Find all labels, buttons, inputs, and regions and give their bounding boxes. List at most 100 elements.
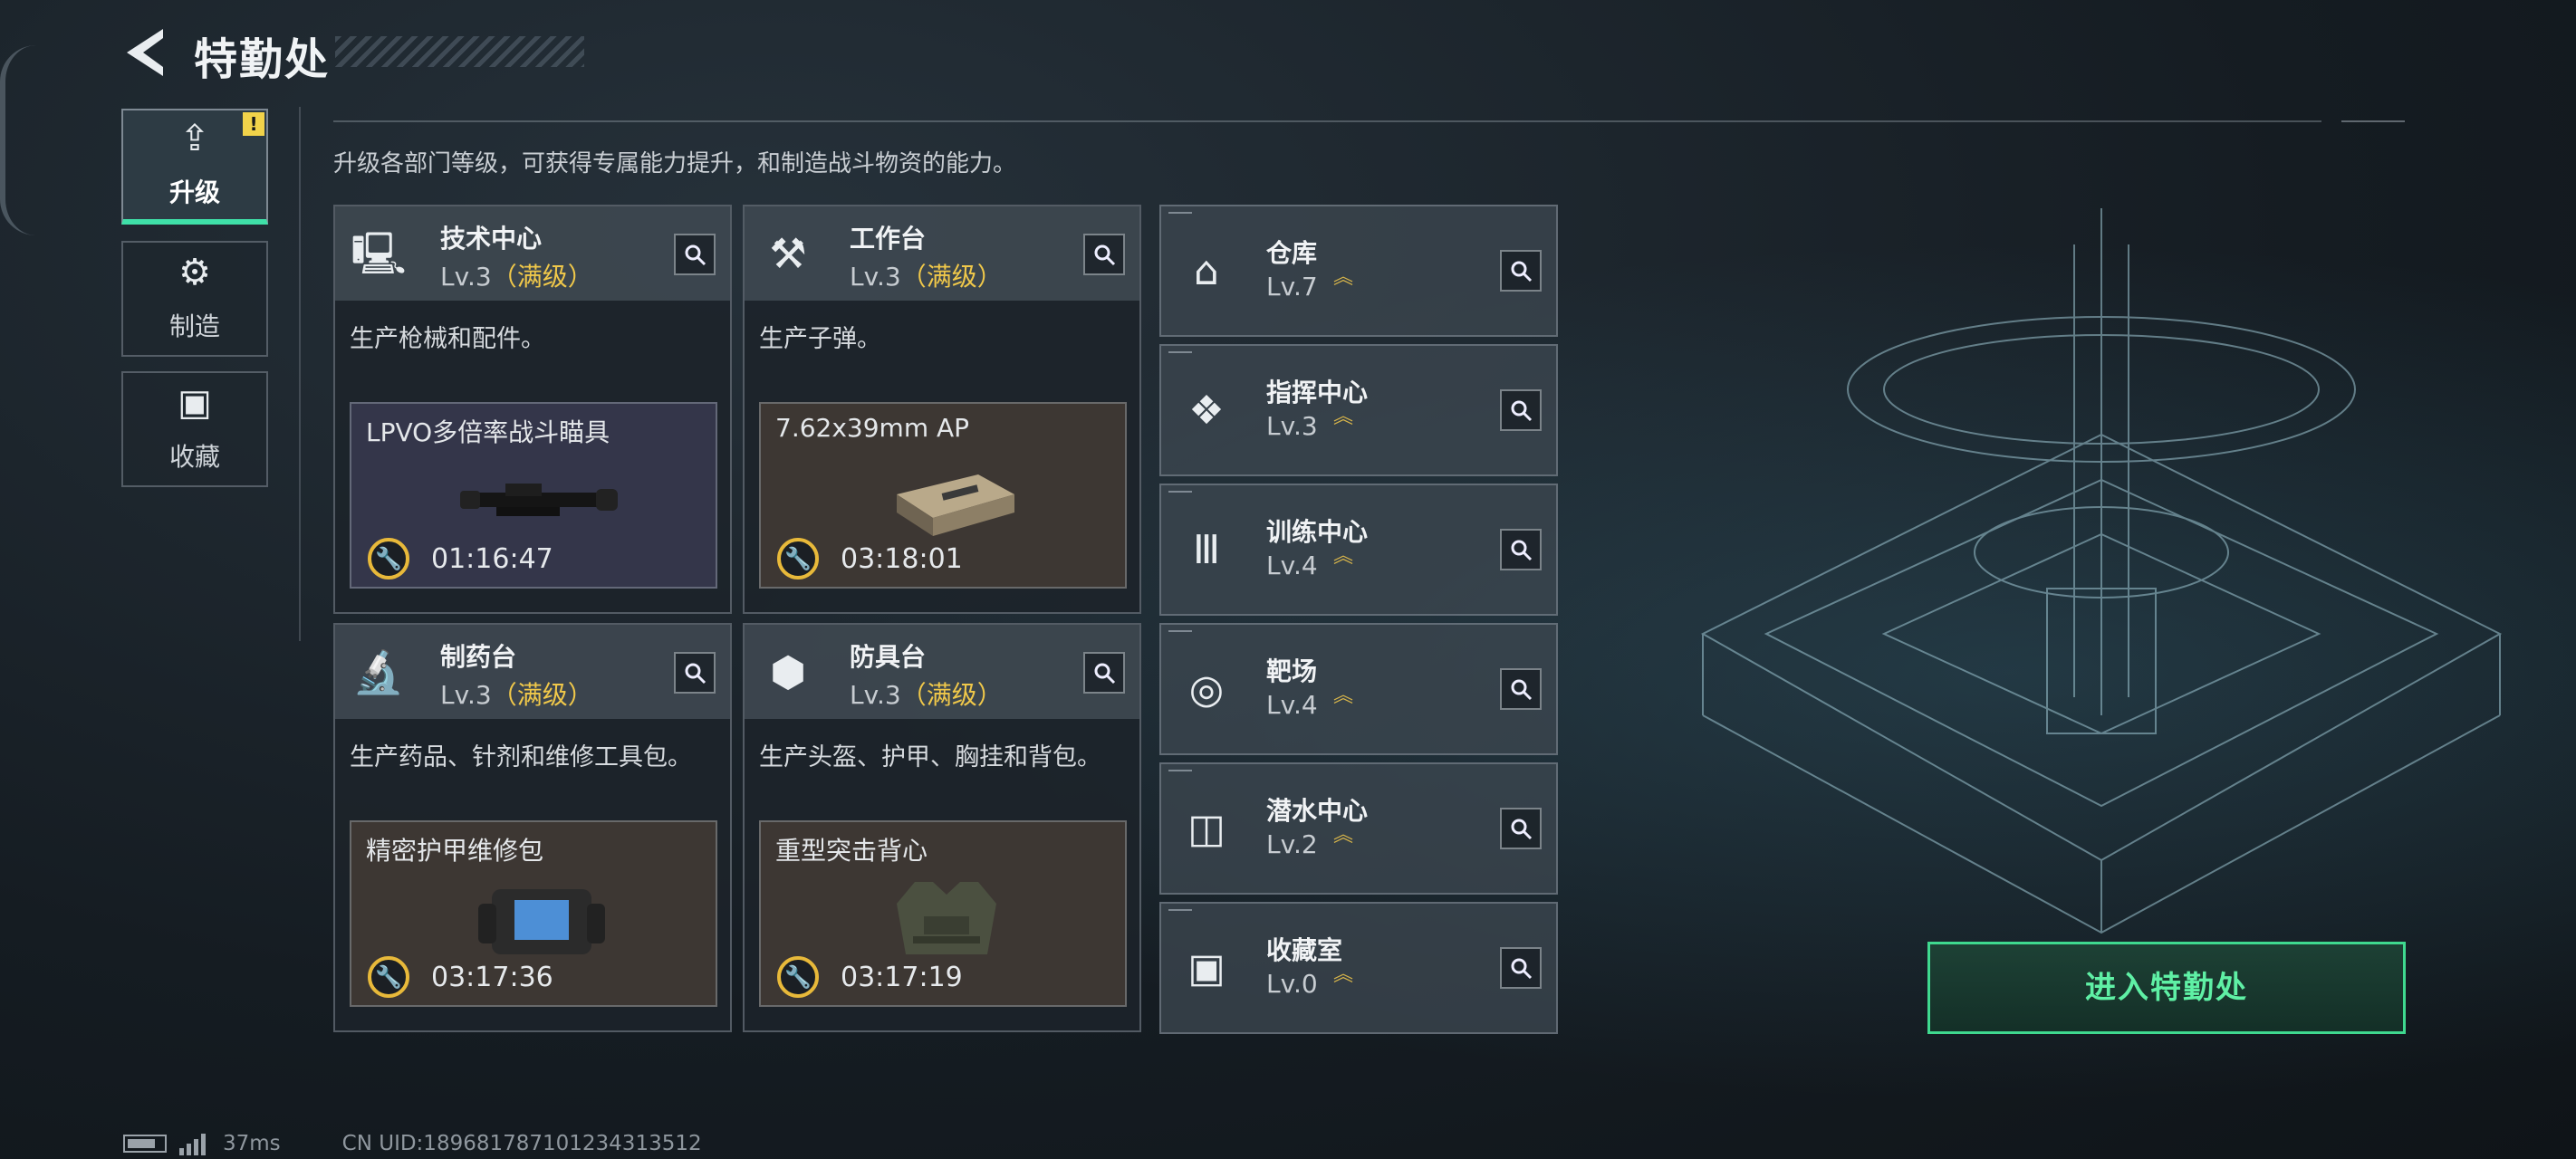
nav-label: 收藏 [168, 442, 220, 472]
inspect-button[interactable] [1500, 250, 1542, 292]
upgrade-icon: ⇪ [179, 118, 210, 159]
inspect-button[interactable] [1500, 668, 1542, 710]
page-title: 特勤处 [194, 34, 331, 85]
production-timer: 03:17:19 [841, 962, 963, 993]
divider [333, 120, 2321, 122]
facility-name: 指挥中心 [1266, 378, 1369, 407]
dept-name: 工作台 [850, 224, 927, 254]
facility-name: 潜水中心 [1266, 796, 1369, 826]
search-icon [1511, 540, 1533, 561]
production-timer: 03:17:36 [431, 962, 553, 993]
inspect-button[interactable] [674, 652, 716, 694]
inspect-button[interactable] [1500, 389, 1542, 431]
production-timer: 03:18:01 [841, 543, 963, 575]
inspect-button[interactable] [1500, 808, 1542, 849]
search-icon [1511, 958, 1533, 980]
dept-header: ⬢ 防具台 Lv.3（满级） [745, 625, 1139, 719]
max-level-tag: （满级） [491, 262, 593, 292]
max-level-tag: （满级） [900, 262, 1003, 292]
search-icon [1511, 400, 1533, 422]
dept-level: Lv.3（满级） [850, 262, 1003, 292]
nav-label: 制造 [168, 311, 220, 341]
dept-card-tech-center[interactable]: 🖳 技术中心 Lv.3（满级） 生产枪械和配件。 LPVO多倍率战斗瞄具 🔧 0… [333, 205, 732, 614]
facility-command-center[interactable]: ❖ 指挥中心 Lv.3 ︽ [1159, 344, 1558, 476]
page-description: 升级各部门等级，可获得专属能力提升，和制造战斗物资的能力。 [333, 150, 1017, 177]
production-timer: 01:16:47 [431, 543, 553, 575]
scope-image [460, 484, 618, 516]
dept-card-workbench[interactable]: ⚒ 工作台 Lv.3（满级） 生产子弹。 7.62x39mm AP 🔧 03:1… [743, 205, 1141, 614]
upgrade-chevron-icon: ︽ [1333, 685, 1354, 707]
dept-card-pharmacy[interactable]: 🔬 制药台 Lv.3（满级） 生产药品、针剂和维修工具包。 精密护甲维修包 🔧 … [333, 623, 732, 1032]
upgrade-chevron-icon: ︽ [1333, 963, 1354, 986]
wrench-timer-icon: 🔧 [777, 956, 819, 998]
facility-level: Lv.3 [1266, 411, 1318, 441]
facility-name: 靶场 [1266, 656, 1318, 686]
facility-level: Lv.4 [1266, 690, 1318, 720]
divider [299, 107, 301, 641]
frame-arc [0, 45, 36, 235]
dept-description: 生产枪械和配件。 [350, 325, 545, 353]
dept-level: Lv.3（满级） [440, 262, 593, 292]
facility-level: Lv.7 [1266, 272, 1318, 302]
inspect-button[interactable] [1500, 529, 1542, 570]
collection-icon: ▣ [178, 382, 212, 424]
production-slot[interactable]: 精密护甲维修包 🔧 03:17:36 [350, 820, 717, 1007]
production-slot[interactable]: LPVO多倍率战斗瞄具 🔧 01:16:47 [350, 402, 717, 589]
facility-warehouse[interactable]: ⌂ 仓库 Lv.7 ︽ [1159, 205, 1558, 337]
base-schematic-image [1700, 208, 2503, 934]
wrench-timer-icon: 🔧 [777, 538, 819, 580]
dumbbell-icon: Ⅲ [1192, 527, 1221, 573]
dept-description: 生产子弹。 [759, 325, 881, 353]
dept-level: Lv.3（满级） [440, 680, 593, 710]
computer-icon: 🖳 [351, 229, 407, 278]
product-name: 重型突击背心 [775, 836, 928, 866]
dept-name: 技术中心 [440, 224, 543, 254]
facility-level: Lv.4 [1266, 551, 1318, 580]
facility-name: 收藏室 [1266, 935, 1343, 965]
production-slot[interactable]: 7.62x39mm AP 🔧 03:18:01 [759, 402, 1127, 589]
upgrade-chevron-icon: ︽ [1333, 545, 1354, 568]
nav-tab-craft[interactable]: ⚙ 制造 [121, 241, 268, 357]
upgrade-chevron-icon: ︽ [1333, 266, 1354, 289]
product-name: 精密护甲维修包 [366, 836, 544, 866]
facility-diving-center[interactable]: ◫ 潜水中心 Lv.2 ︽ [1159, 762, 1558, 895]
wrench-timer-icon: 🔧 [368, 956, 409, 998]
facility-name: 训练中心 [1266, 517, 1369, 547]
inspect-button[interactable] [674, 234, 716, 275]
target-icon: ◎ [1188, 666, 1225, 713]
repair-kit-image [478, 889, 605, 954]
nav-tab-collection[interactable]: ▣ 收藏 [121, 371, 268, 487]
facility-name: 仓库 [1266, 238, 1318, 268]
max-level-tag: （满级） [900, 680, 1003, 710]
user-uid: CN UID:189681787101234313512 [341, 1132, 702, 1155]
battery-icon [123, 1135, 167, 1153]
inspect-button[interactable] [1083, 234, 1125, 275]
facility-level: Lv.0 [1266, 969, 1318, 999]
search-icon [685, 663, 706, 685]
signal-icon [179, 1132, 208, 1155]
production-slot[interactable]: 重型突击背心 🔧 03:17:19 [759, 820, 1127, 1007]
dept-description: 生产药品、针剂和维修工具包。 [350, 743, 692, 771]
facility-shooting-range[interactable]: ◎ 靶场 Lv.4 ︽ [1159, 623, 1558, 755]
inspect-button[interactable] [1083, 652, 1125, 694]
inspect-button[interactable] [1500, 947, 1542, 989]
dept-card-armor-bench[interactable]: ⬢ 防具台 Lv.3（满级） 生产头盔、护甲、胸挂和背包。 重型突击背心 🔧 0… [743, 623, 1141, 1032]
ping-value: 37ms [223, 1132, 281, 1155]
dept-header: ⚒ 工作台 Lv.3（满级） [745, 206, 1139, 301]
search-icon [1511, 679, 1533, 701]
gear-icon: ⚙ [178, 252, 211, 293]
dept-header: 🖳 技术中心 Lv.3（满级） [335, 206, 730, 301]
back-button[interactable] [123, 25, 167, 80]
facility-collection-room[interactable]: ▣ 收藏室 Lv.0 ︽ [1159, 902, 1558, 1034]
vest-image [897, 882, 996, 954]
nav-label: 升级 [168, 177, 220, 207]
facility-training-center[interactable]: Ⅲ 训练中心 Lv.4 ︽ [1159, 484, 1558, 616]
dept-name: 制药台 [440, 642, 517, 672]
facility-level: Lv.2 [1266, 829, 1318, 859]
product-name: 7.62x39mm AP [775, 413, 970, 443]
collection-room-icon: ▣ [1187, 945, 1226, 991]
microscope-icon: 🔬 [352, 647, 405, 696]
enter-special-ops-button[interactable]: 进入特勤处 [1927, 942, 2406, 1034]
nav-tab-upgrade[interactable]: ! ⇪ 升级 [121, 109, 268, 225]
status-bar: 37ms CN UID:189681787101234313512 [123, 1132, 702, 1155]
